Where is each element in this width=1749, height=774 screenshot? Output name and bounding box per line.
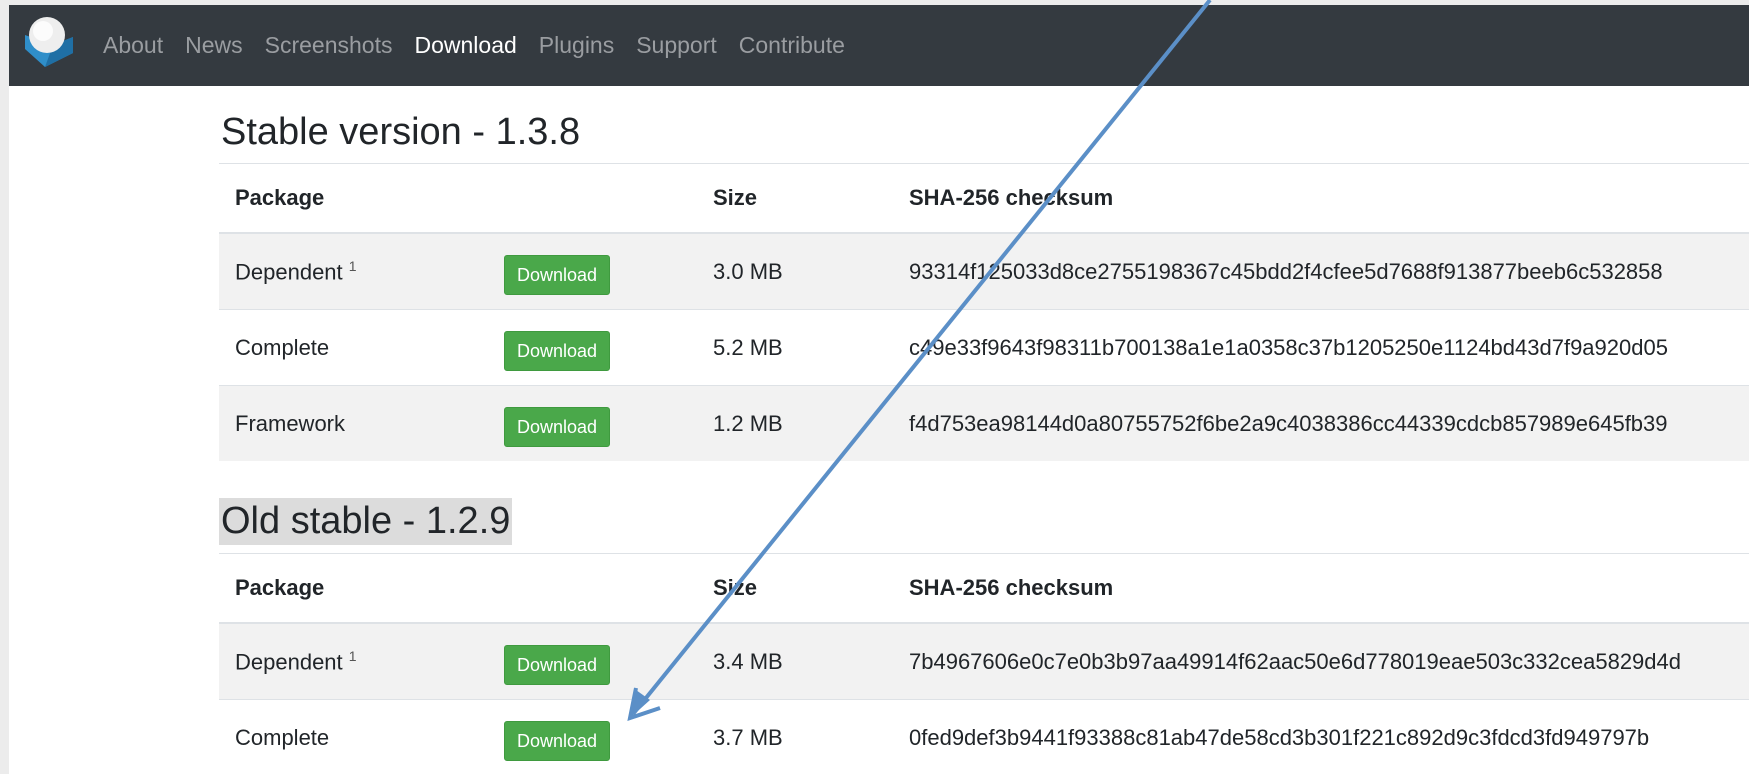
nav-link-plugins[interactable]: Plugins [539, 32, 614, 59]
button-cell: Download [488, 622, 697, 700]
button-cell: Download [488, 309, 697, 386]
nav-link-support[interactable]: Support [636, 32, 717, 59]
table-row: Dependent 1 Download 3.4 MB 7b4967606e0c… [219, 622, 1749, 700]
nav-link-contribute[interactable]: Contribute [739, 32, 845, 59]
download-page: About News Screenshots Download Plugins … [9, 5, 1749, 774]
checksum-header: SHA-256 checksum [893, 163, 1749, 234]
package-cell: Complete [219, 309, 488, 386]
package-cell: Complete [219, 699, 488, 774]
package-name: Dependent [235, 259, 343, 285]
download-button[interactable]: Download [504, 644, 611, 685]
button-header [488, 553, 697, 624]
checksum-cell: f4d753ea98144d0a80755752f6be2a9c4038386c… [893, 385, 1749, 461]
navbar: About News Screenshots Download Plugins … [9, 5, 1749, 86]
checksum-header: SHA-256 checksum [893, 553, 1749, 624]
package-cell: Framework [219, 385, 488, 461]
package-cell: Dependent 1 [219, 232, 488, 310]
nav-link-download[interactable]: Download [414, 32, 516, 59]
package-cell: Dependent 1 [219, 622, 488, 700]
nav-link-screenshots[interactable]: Screenshots [265, 32, 393, 59]
table-header-row: Package Size SHA-256 checksum [219, 163, 1749, 234]
checksum-cell: 7b4967606e0c7e0b3b97aa49914f62aac50e6d77… [893, 622, 1749, 700]
old-stable-title: Old stable - 1.2.9 [219, 498, 513, 545]
package-name: Framework [235, 410, 346, 436]
size-cell: 5.2 MB [697, 309, 893, 386]
size-cell: 3.7 MB [697, 699, 893, 774]
table-row: Dependent 1 Download 3.0 MB 93314f125033… [219, 232, 1749, 310]
roundcube-logo[interactable] [17, 11, 81, 75]
stable-version-title: Stable version - 1.3.8 [221, 111, 581, 153]
footnote-marker[interactable]: 1 [349, 258, 357, 274]
package-name: Dependent [235, 649, 343, 675]
package-header: Package [219, 553, 488, 624]
button-cell: Download [488, 385, 697, 461]
package-name: Complete [235, 724, 330, 750]
size-header: Size [697, 163, 893, 234]
download-button[interactable]: Download [504, 720, 611, 761]
button-cell: Download [488, 232, 697, 310]
size-header: Size [697, 553, 893, 624]
old-stable-downloads-table: Package Size SHA-256 checksum Dependent … [219, 553, 1749, 774]
download-button[interactable]: Download [504, 406, 611, 447]
table-row: Complete Download 3.7 MB 0fed9def3b9441f… [219, 699, 1749, 774]
checksum-cell: 93314f125033d8ce2755198367c45bdd2f4cfee5… [893, 232, 1749, 310]
table-header-row: Package Size SHA-256 checksum [219, 553, 1749, 624]
package-name: Complete [235, 334, 330, 360]
stable-downloads-table: Package Size SHA-256 checksum Dependent … [219, 163, 1749, 461]
download-button[interactable]: Download [504, 330, 611, 371]
footnote-marker[interactable]: 1 [349, 648, 357, 664]
size-cell: 3.0 MB [697, 232, 893, 310]
button-header [488, 163, 697, 234]
table-row: Framework Download 1.2 MB f4d753ea98144d… [219, 385, 1749, 461]
download-button[interactable]: Download [504, 254, 611, 295]
size-cell: 1.2 MB [697, 385, 893, 461]
package-header: Package [219, 163, 488, 234]
table-row: Complete Download 5.2 MB c49e33f9643f983… [219, 309, 1749, 386]
checksum-cell: c49e33f9643f98311b700138a1e1a0358c37b120… [893, 309, 1749, 386]
size-cell: 3.4 MB [697, 622, 893, 700]
nav-link-news[interactable]: News [185, 32, 243, 59]
nav-link-about[interactable]: About [103, 32, 163, 59]
nav-links: About News Screenshots Download Plugins … [103, 5, 867, 86]
button-cell: Download [488, 699, 697, 774]
checksum-cell: 0fed9def3b9441f93388c81ab47de58cd3b301f2… [893, 699, 1749, 774]
